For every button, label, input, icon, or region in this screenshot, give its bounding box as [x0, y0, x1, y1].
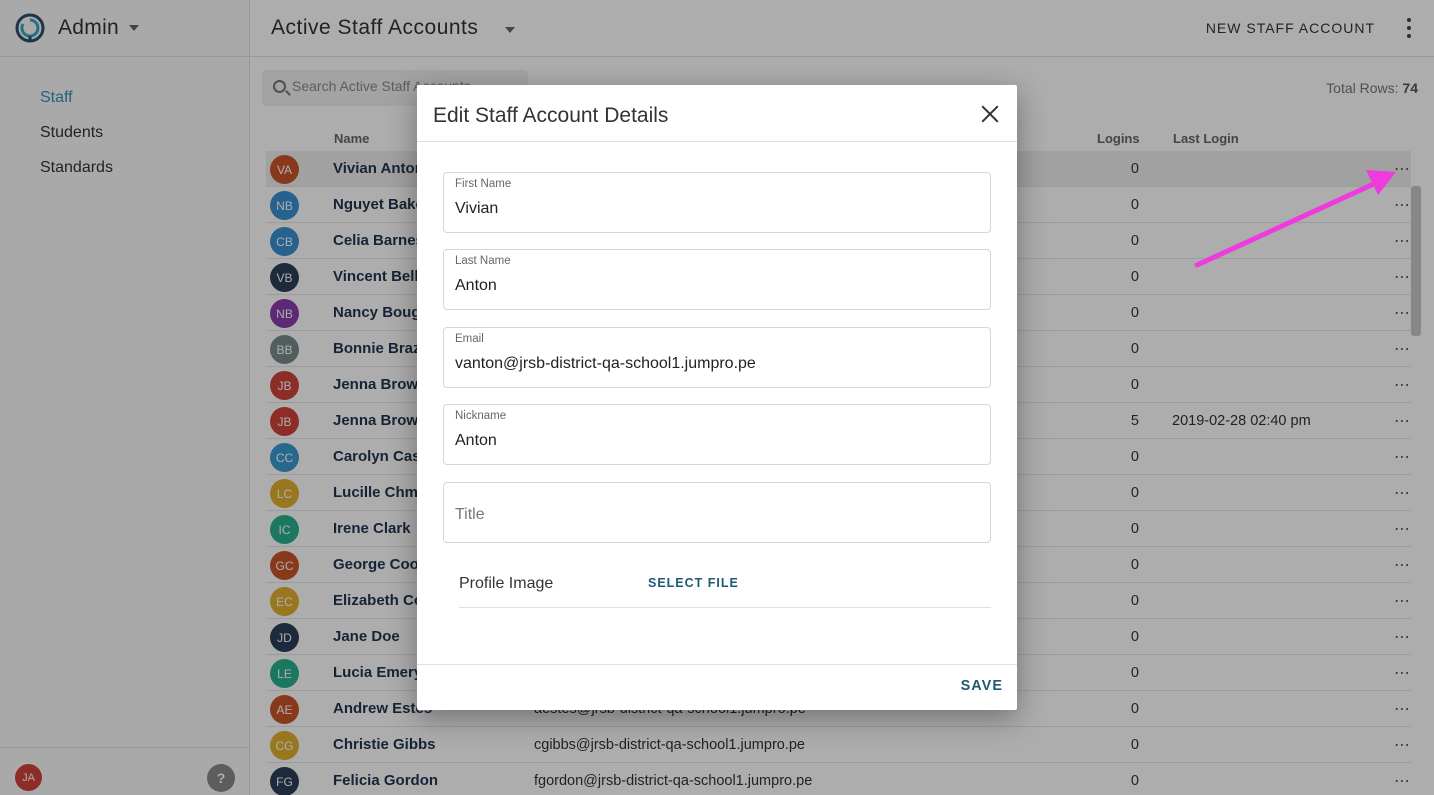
first-name-value[interactable]: Vivian: [455, 200, 498, 218]
select-file-button[interactable]: SELECT FILE: [648, 576, 739, 590]
last-name-value[interactable]: Anton: [455, 277, 497, 295]
divider: [417, 141, 1017, 142]
email-value[interactable]: vanton@jrsb-district-qa-school1.jumpro.p…: [455, 355, 756, 373]
last-name-label: Last Name: [455, 255, 511, 267]
edit-staff-dialog: Edit Staff Account Details First Name Vi…: [417, 85, 1017, 710]
title-placeholder[interactable]: Title: [455, 506, 485, 524]
email-field[interactable]: Email vanton@jrsb-district-qa-school1.ju…: [443, 327, 991, 388]
last-name-field[interactable]: Last Name Anton: [443, 249, 991, 310]
dialog-title: Edit Staff Account Details: [433, 104, 669, 127]
nickname-field[interactable]: Nickname Anton: [443, 404, 991, 465]
email-label: Email: [455, 333, 484, 345]
divider: [417, 664, 1017, 665]
profile-image-label: Profile Image: [459, 575, 554, 592]
first-name-field[interactable]: First Name Vivian: [443, 172, 991, 233]
title-field[interactable]: Title: [443, 482, 991, 543]
first-name-label: First Name: [455, 178, 512, 190]
nickname-label: Nickname: [455, 410, 507, 422]
nickname-value[interactable]: Anton: [455, 432, 497, 450]
close-icon[interactable]: [979, 103, 1001, 125]
divider: [459, 607, 991, 608]
save-button[interactable]: SAVE: [961, 678, 1003, 694]
